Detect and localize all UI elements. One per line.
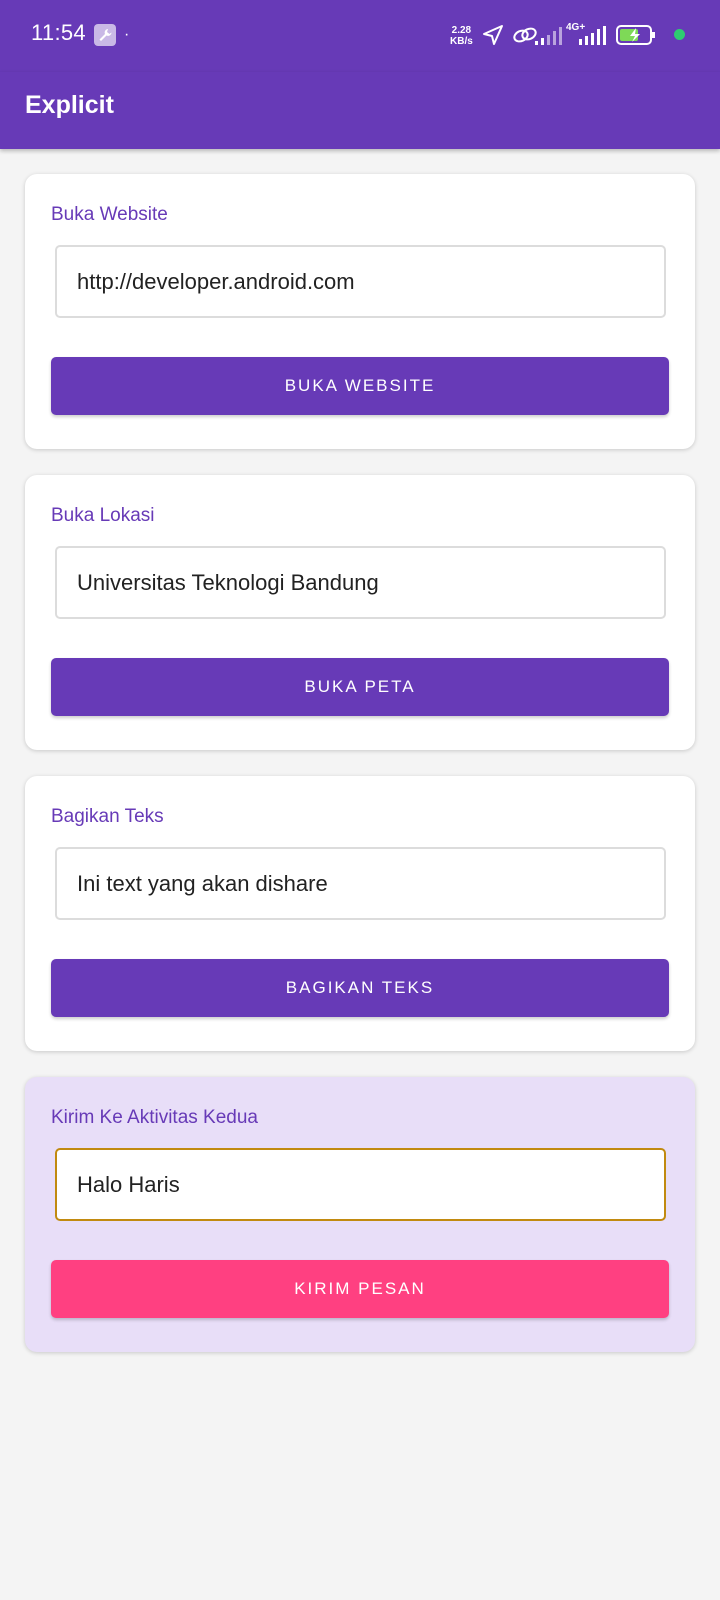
website-url-field[interactable]: [55, 245, 666, 318]
signal-4g-icon: [579, 26, 606, 45]
share-text-button[interactable]: BAGIKAN TEKS: [51, 959, 669, 1017]
privacy-indicator-dot: [674, 29, 685, 40]
signal-icon: [535, 27, 562, 45]
share-text-input[interactable]: [57, 849, 664, 918]
status-time: 11:54: [31, 20, 86, 45]
wrench-icon: [94, 24, 116, 46]
share-text-field[interactable]: [55, 847, 666, 920]
status-bar: 11:54 · 2.28 KB/s 4G+: [0, 0, 720, 72]
card-open-location: Buka Lokasi BUKA PETA: [25, 475, 695, 750]
app-bar: Explicit: [0, 72, 720, 149]
network-speed: 2.28 KB/s: [450, 25, 473, 47]
card-send-to-second-activity: Kirim Ke Aktivitas Kedua KIRIM PESAN: [25, 1077, 695, 1352]
card-label: Bagikan Teks: [51, 806, 164, 827]
speed-value: 2.28: [451, 25, 472, 36]
message-field[interactable]: [55, 1148, 666, 1221]
message-input[interactable]: [57, 1150, 664, 1219]
card-label: Buka Website: [51, 204, 168, 225]
location-input[interactable]: [57, 548, 664, 617]
location-field[interactable]: [55, 546, 666, 619]
location-arrow-icon: [483, 25, 503, 45]
battery-charging-icon: [616, 25, 655, 45]
website-url-input[interactable]: [57, 247, 664, 316]
open-map-button[interactable]: BUKA PETA: [51, 658, 669, 716]
status-dot: ·: [124, 26, 130, 43]
speed-unit: KB/s: [450, 36, 473, 47]
card-label: Kirim Ke Aktivitas Kedua: [51, 1107, 258, 1128]
open-website-button[interactable]: BUKA WEBSITE: [51, 357, 669, 415]
send-message-button[interactable]: KIRIM PESAN: [51, 1260, 669, 1318]
card-share-text: Bagikan Teks BAGIKAN TEKS: [25, 776, 695, 1051]
app-title: Explicit: [25, 91, 114, 119]
card-open-website: Buka Website BUKA WEBSITE: [25, 174, 695, 449]
card-label: Buka Lokasi: [51, 505, 155, 526]
